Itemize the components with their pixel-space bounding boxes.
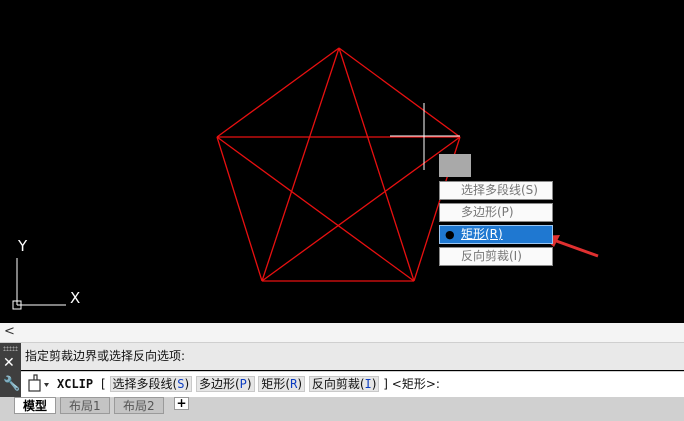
ucs-x-label: X (70, 289, 80, 307)
option-select-polyline[interactable]: 选择多段线(S) (109, 376, 193, 392)
option-key: I (364, 377, 372, 391)
option-text: 多边形( (198, 377, 240, 391)
command-name: XCLIP (57, 377, 94, 391)
menu-item-rectangle[interactable]: ● 矩形(R) (439, 225, 553, 244)
ucs-y-label: Y (17, 237, 28, 255)
option-text: 选择多段线( (112, 377, 178, 391)
command-options: [ 选择多段线(S) 多边形(P) 矩形(R) 反向剪裁(I) ] <矩形>: (101, 372, 440, 396)
tab-label: 模型 (23, 399, 48, 413)
command-collapse-bar: < (0, 323, 684, 343)
menu-item-label: 多边形(P) (461, 205, 514, 219)
chevron-left-icon[interactable]: < (4, 323, 15, 341)
bracket-open: [ (101, 377, 106, 391)
option-text: 反向剪裁( (311, 377, 365, 391)
drawing-canvas[interactable]: Y X 选择多段线(S) 多边形(P) ● 矩形(R) 反向剪裁(I) (0, 0, 684, 323)
option-key: P (239, 377, 247, 391)
star-edge[interactable] (261, 47, 340, 282)
option-close: ) (297, 377, 302, 391)
command-gutter: ✕ 🔧 (0, 343, 21, 397)
command-prompt-icon[interactable] (25, 372, 51, 396)
star-edge[interactable] (338, 47, 415, 282)
ucs-icon (12, 258, 66, 310)
menu-item-label: 反向剪裁(I) (461, 249, 522, 263)
command-default: ] <矩形>: (383, 377, 440, 391)
option-close: ) (184, 377, 190, 391)
tab-label: 布局2 (123, 399, 155, 413)
layout-tabs: 模型 布局1 布局2 + (0, 397, 684, 421)
tab-layout1[interactable]: 布局1 (60, 397, 110, 414)
bullet-icon: ● (445, 228, 455, 241)
pentagon-edge[interactable] (338, 47, 461, 138)
option-close: ) (371, 377, 377, 391)
command-history-text: 指定剪裁边界或选择反向选项: (25, 349, 186, 363)
grip-square[interactable] (439, 154, 471, 177)
option-invert-clip[interactable]: 反向剪裁(I) (308, 376, 380, 392)
add-layout-button[interactable]: + (174, 397, 189, 410)
pentagon-edge[interactable] (216, 136, 263, 282)
command-line[interactable]: XCLIP [ 选择多段线(S) 多边形(P) 矩形(R) 反向剪裁(I) ] … (21, 371, 684, 397)
drag-handle[interactable] (3, 346, 18, 351)
menu-item-polygon[interactable]: 多边形(P) (439, 203, 553, 222)
tab-model[interactable]: 模型 (14, 397, 57, 414)
close-icon[interactable]: ✕ (3, 355, 15, 371)
star-edge[interactable] (261, 136, 461, 282)
add-layout-label: + (176, 396, 187, 410)
tab-label: 布局1 (69, 399, 101, 413)
menu-item-invert-clip[interactable]: 反向剪裁(I) (439, 247, 553, 266)
command-history: 指定剪裁边界或选择反向选项: (21, 343, 684, 370)
pentagon-edge[interactable] (216, 47, 340, 138)
menu-item-label: 矩形(R) (461, 227, 503, 241)
tab-layout2[interactable]: 布局2 (114, 397, 164, 414)
option-text: 矩形( (261, 377, 291, 391)
menu-item-select-polyline[interactable]: 选择多段线(S) (439, 181, 553, 200)
option-rectangle[interactable]: 矩形(R) (258, 376, 305, 392)
option-close: ) (246, 377, 252, 391)
drawing-svg: Y X (12, 47, 599, 310)
wrench-icon[interactable]: 🔧 (3, 376, 20, 392)
menu-item-label: 选择多段线(S) (461, 183, 538, 197)
dynamic-input-menu: 选择多段线(S) 多边形(P) ● 矩形(R) 反向剪裁(I) (439, 181, 553, 269)
option-polygon[interactable]: 多边形(P) (195, 376, 255, 392)
star-edge[interactable] (216, 136, 415, 282)
